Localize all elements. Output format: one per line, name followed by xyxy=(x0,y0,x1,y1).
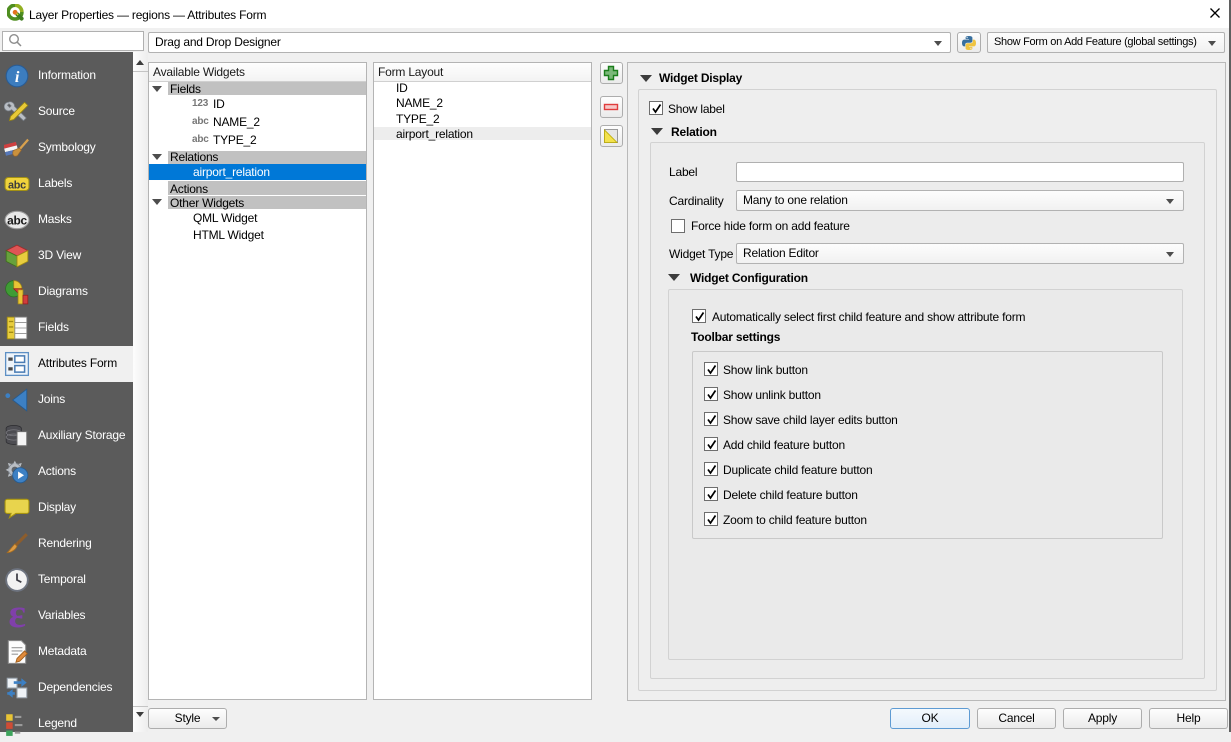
svg-text:ε: ε xyxy=(8,603,25,629)
svg-text:i: i xyxy=(15,68,20,86)
svg-text:abc: abc xyxy=(8,179,26,191)
svg-text:abc: abc xyxy=(7,213,27,227)
